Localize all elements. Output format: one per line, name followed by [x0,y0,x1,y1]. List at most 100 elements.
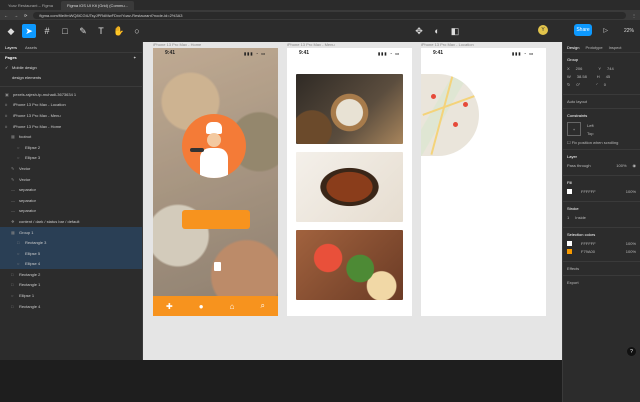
layer-row[interactable]: □ Rectangle 1 [0,280,142,291]
home-frame[interactable]: 9:41 ▮▮▮ ◔ ▭ ✚ ● ⌂ ⌕ [153,48,278,316]
export-title[interactable]: Export [567,280,636,285]
browser-tab-1[interactable]: Yoav Restaurant – Figma [2,1,59,10]
section-title: Selection colors [567,232,596,237]
design-canvas[interactable]: iPhone 13 Pro Max - Home 9:41 ▮▮▮ ◔ ▭ ✚ … [143,42,562,360]
fill-hex[interactable]: FFFFFF [581,189,596,194]
shape-tool-icon[interactable]: □ [58,24,72,38]
frame-label[interactable]: iPhone 13 Pro Max - Menu [287,42,335,47]
constraint-widget[interactable]: + [567,122,581,136]
auto-layout-label[interactable]: Auto layout [567,99,636,104]
map-image[interactable] [421,74,479,156]
frame-label[interactable]: iPhone 13 Pro Max - Location [421,42,474,47]
zoom-level[interactable]: 22% [624,28,634,34]
map-pin-icon [453,122,458,127]
layer-row[interactable]: # iPhone 13 Pro Max - Home [0,121,142,132]
search-nav-icon[interactable]: ⌕ [261,301,265,311]
location-frame[interactable]: 9:41 ▮▮▮ ◔ ▭ [421,48,546,316]
comment-tool-icon[interactable]: ○ [130,24,144,38]
layer-row[interactable]: — separator [0,195,142,206]
y-input[interactable]: 744 [607,66,614,71]
url-field[interactable]: figma.com/file/fmWQ8iCGtUTsyJPRdMwFDxv/Y… [33,11,626,19]
color-opacity[interactable]: 100% [626,241,636,246]
color-hex[interactable]: F79A00 [581,249,595,254]
layer-row[interactable]: ✎ Vector [0,174,142,185]
layer-row[interactable]: ○ Ellipse 4 [0,258,142,270]
tab-layers[interactable]: Layers [5,45,17,50]
forward-icon[interactable]: → [14,13,18,18]
layer-row[interactable]: □ Rectangle 2 [0,269,142,280]
blend-mode-select[interactable]: Pass through [567,163,591,168]
avatar[interactable]: Y [538,25,548,35]
tab-design[interactable]: Design [567,45,579,50]
layer-row[interactable]: — separator [0,184,142,195]
color-swatch[interactable] [567,241,572,246]
layer-row[interactable]: ▣ pexels-rajesh-tp-muhadi-3673634 1 [0,89,142,100]
fill-swatch[interactable] [567,189,572,194]
effects-title[interactable]: Effects [567,266,636,271]
layer-row[interactable]: ○ Ellipse 1 [0,290,142,301]
x-input[interactable]: 206 [576,66,583,71]
browser-tab-2[interactable]: Figma iOS UI Kit (Grid) (Commu... [61,0,134,10]
frame-tool-icon[interactable]: # [40,24,54,38]
rotation-input[interactable]: 0° [576,82,580,87]
add-page-icon[interactable]: + [134,55,136,60]
radius-input[interactable]: 0 [604,82,606,87]
page-item[interactable]: ✓ Mobile design [0,62,142,72]
layer-opacity[interactable]: 100% [616,163,626,168]
tab-prototype[interactable]: Prototype [585,45,602,50]
color-opacity[interactable]: 100% [626,249,636,254]
stroke-weight[interactable]: 1 [567,215,569,220]
layer-row[interactable]: ✎ Vector [0,163,142,174]
food-image-meat-plate[interactable] [296,152,403,222]
component-tool-icon[interactable]: ✥ [412,24,426,38]
food-image-vegetable-platter[interactable] [296,230,403,300]
food-image-salad-bowl[interactable] [296,74,403,144]
frame-label[interactable]: iPhone 13 Pro Max - Home [153,42,201,47]
selected-group-icon[interactable] [214,262,221,271]
cta-button[interactable] [182,210,250,229]
chef-illustration[interactable] [182,114,246,178]
checkbox[interactable]: ☐ [567,140,571,145]
color-swatch[interactable] [567,249,572,254]
menu-dots-icon[interactable]: ⋮ [632,13,636,18]
layer-row[interactable]: ❖ content / dark / status bar / default [0,216,142,227]
tab-assets[interactable]: Assets [25,45,37,50]
layer-row[interactable]: ▦ footnot [0,131,142,142]
present-icon[interactable]: ▷ [603,27,608,34]
boolean-tool-icon[interactable]: ◧ [448,24,462,38]
pen-tool-icon[interactable]: ✎ [76,24,90,38]
move-tool-icon[interactable]: ➤ [22,24,36,38]
stroke-position[interactable]: Inside [575,215,586,220]
layer-row[interactable]: ○ Ellipse 2 [0,142,142,153]
layer-row[interactable]: □ Rectangle 4 [0,301,142,312]
h-input[interactable]: 45 [606,74,610,79]
fill-opacity[interactable]: 100% [626,189,636,194]
text-tool-icon[interactable]: T [94,24,108,38]
layer-row[interactable]: # iPhone 13 Pro Max - Location [0,100,142,111]
tab-inspect[interactable]: Inspect [609,45,622,50]
layer-row[interactable]: ▦ Group 1 [0,226,142,238]
page-item[interactable]: design elements [0,72,142,82]
reload-icon[interactable]: ⟳ [24,13,27,18]
back-icon[interactable]: ← [4,13,8,18]
eye-icon[interactable]: ◉ [633,163,637,168]
color-hex[interactable]: FFFFFF [581,241,596,246]
location-nav-icon[interactable]: ● [199,302,204,311]
layer-label: Ellipse 4 [25,261,41,267]
mask-tool-icon[interactable]: ◐ [430,24,444,38]
layer-row[interactable]: # iPhone 13 Pro Max - Menu [0,110,142,121]
layer-row[interactable]: — separator [0,206,142,217]
layer-row[interactable]: ○ Ellipse 5 [0,247,142,259]
share-button[interactable]: Share [574,24,592,36]
menu-frame[interactable]: 9:41 ▮▮▮ ◔ ▭ [287,48,412,316]
home-nav-icon[interactable]: ⌂ [230,302,235,311]
constraint-horizontal[interactable]: Left [587,123,594,128]
layer-row[interactable]: □ Rectangle 3 [0,237,142,248]
layer-row[interactable]: ○ Ellipse 3 [0,153,142,164]
constraint-vertical[interactable]: Top [587,131,594,136]
hand-tool-icon[interactable]: ✋ [112,24,126,38]
menu-nav-icon[interactable]: ✚ [166,302,173,311]
figma-menu-icon[interactable]: ◆ [4,24,18,38]
w-input[interactable]: 38.58 [577,74,587,79]
help-icon[interactable]: ? [627,347,636,356]
